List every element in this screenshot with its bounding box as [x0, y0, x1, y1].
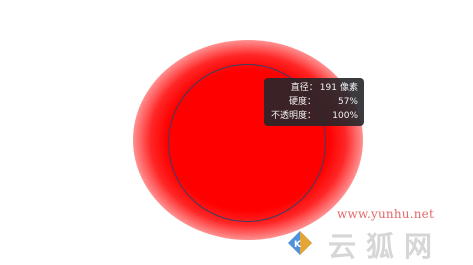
hud-diameter-row: 直径： 191 像素 — [266, 81, 358, 95]
hud-diameter-label: 直径： — [290, 83, 318, 93]
hud-opacity-row: 不透明度： 100% — [266, 109, 358, 123]
brush-info-hud: 直径： 191 像素 硬度： 57% 不透明度： 100% — [264, 78, 364, 126]
km-logo-icon: K — [288, 231, 312, 255]
watermark-brand-text: 云狐网 — [328, 230, 443, 263]
hud-opacity-label: 不透明度： — [270, 111, 316, 121]
hud-hardness-label: 硬度： — [288, 97, 316, 107]
photoshop-canvas[interactable]: 直径： 191 像素 硬度： 57% 不透明度： 100% www.yunhu.… — [0, 0, 473, 265]
hud-hardness-value: 57% — [337, 97, 358, 107]
hud-hardness-row: 硬度： 57% — [266, 95, 358, 109]
hud-diameter-unit: 像素 — [339, 83, 358, 93]
hud-opacity-value: 100% — [332, 111, 358, 121]
svg-text:K: K — [294, 240, 302, 250]
hud-diameter-value: 191 — [319, 83, 337, 93]
